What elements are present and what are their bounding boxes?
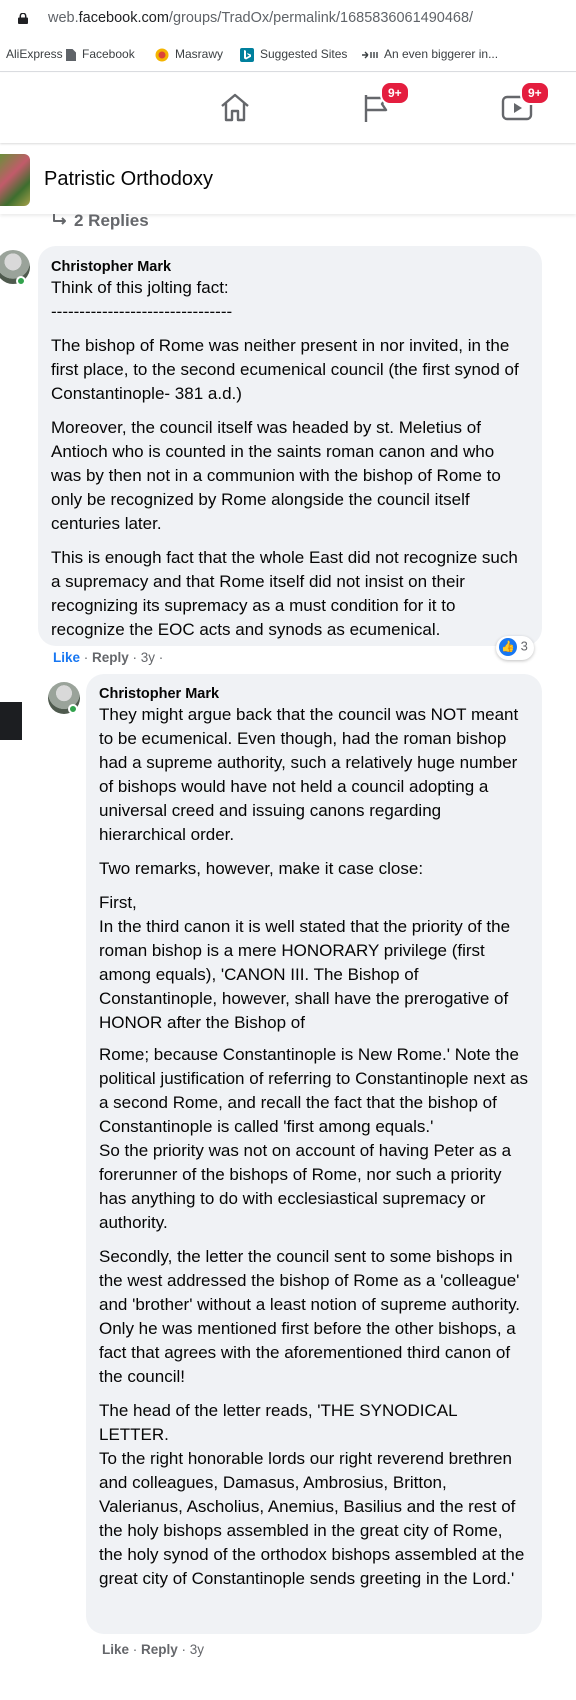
- home-icon: [221, 93, 249, 122]
- comment-actions: Like · Reply · 3y ·: [53, 650, 164, 665]
- page-icon: [66, 48, 76, 61]
- comment-actions: Like · Reply · 3y: [102, 1642, 205, 1657]
- bookmark-suggested-sites[interactable]: Suggested Sites: [240, 47, 347, 62]
- group-name[interactable]: Patristic Orthodoxy: [44, 168, 213, 191]
- group-header[interactable]: Patristic Orthodoxy: [0, 146, 576, 214]
- bookmark-an-even-biggerer[interactable]: An even biggerer in...: [362, 47, 498, 61]
- bookmarks-bar: AliExpress Facebook Masrawy Suggested Si…: [0, 38, 576, 72]
- comment-author[interactable]: Christopher Mark: [99, 686, 530, 702]
- like-button[interactable]: Like: [102, 1642, 129, 1657]
- comment-age[interactable]: 3y: [190, 1642, 204, 1657]
- comment-author[interactable]: Christopher Mark: [51, 259, 529, 275]
- video-thumbnail-edge: [0, 702, 22, 740]
- like-button[interactable]: Like: [53, 650, 80, 665]
- home-tab[interactable]: [218, 91, 252, 125]
- reaction-summary[interactable]: 👍 3: [496, 636, 534, 660]
- address-bar[interactable]: web.facebook.com/groups/TradOx/permalink…: [0, 0, 576, 36]
- reply-button[interactable]: Reply: [92, 650, 129, 665]
- bing-icon: [240, 47, 254, 62]
- online-status-dot: [16, 276, 26, 286]
- watch-notification-badge: 9+: [520, 81, 550, 105]
- masrawy-icon: [155, 48, 169, 62]
- url-text[interactable]: web.facebook.com/groups/TradOx/permalink…: [48, 10, 473, 26]
- bookmark-masrawy[interactable]: Masrawy: [155, 47, 223, 62]
- reply-button[interactable]: Reply: [141, 1642, 178, 1657]
- groups-tab[interactable]: 9+: [360, 81, 410, 125]
- bookmark-site-icon: [362, 51, 378, 59]
- comment-text: They might argue back that the council w…: [99, 705, 529, 1588]
- watch-tab[interactable]: 9+: [500, 81, 550, 125]
- reply-arrow-icon: [53, 214, 66, 225]
- comment-bubble: Christopher Mark Think of this jolting f…: [38, 246, 542, 646]
- online-status-dot: [68, 704, 78, 714]
- lock-icon: [18, 13, 28, 24]
- bookmark-facebook[interactable]: Facebook: [66, 47, 135, 61]
- facebook-nav-bar: 9+ 9+: [0, 73, 576, 143]
- bookmark-aliexpress[interactable]: AliExpress: [6, 47, 63, 61]
- comment-text: Think of this jolting fact: ------------…: [51, 278, 519, 639]
- comment-bubble: Christopher Mark They might argue back t…: [86, 674, 542, 1634]
- view-replies-link[interactable]: 2 Replies: [52, 211, 149, 231]
- like-reaction-icon: 👍: [499, 638, 517, 656]
- groups-notification-badge: 9+: [380, 81, 410, 105]
- comment-age[interactable]: 3y: [141, 650, 155, 665]
- group-cover-thumbnail[interactable]: [0, 154, 30, 206]
